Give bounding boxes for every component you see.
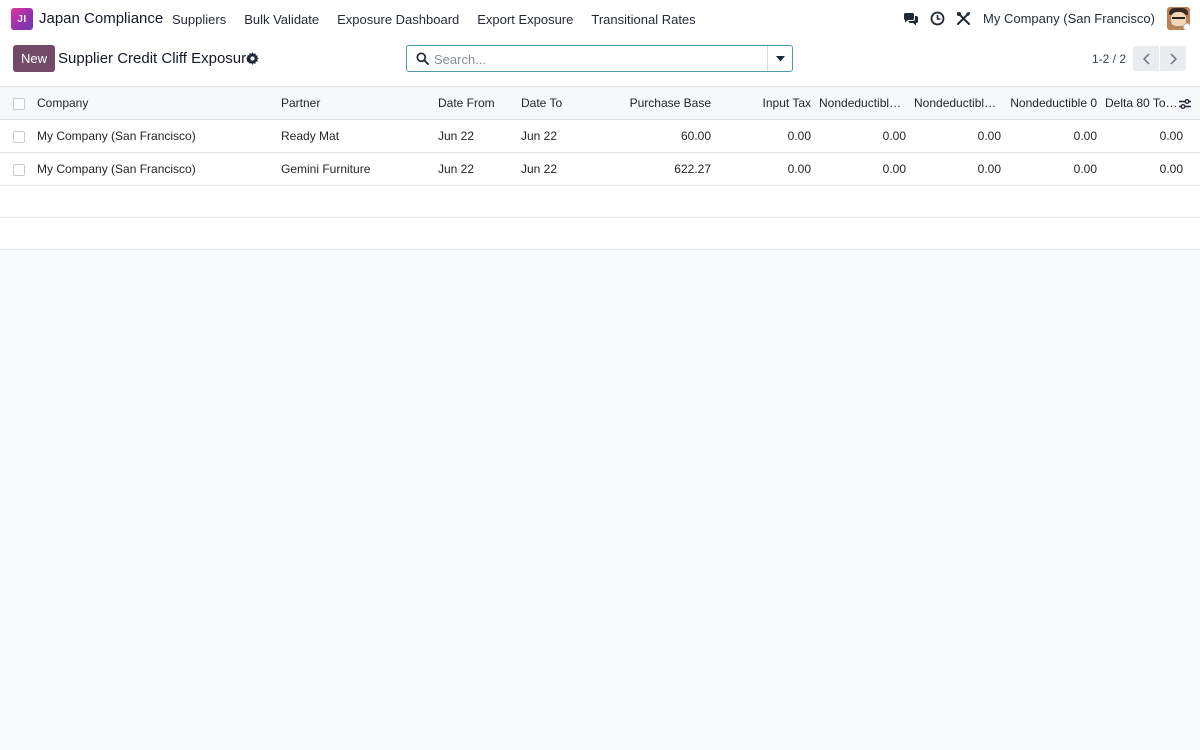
- pager-previous-button[interactable]: [1133, 46, 1159, 71]
- search-input[interactable]: [434, 50, 764, 68]
- list-view-table: Company Partner Date From Date To Purcha…: [0, 86, 1200, 250]
- chevron-left-icon: [1142, 52, 1150, 65]
- cell-date-to[interactable]: Jun 22: [517, 120, 573, 153]
- systray: My Company (San Francisco): [893, 7, 1190, 30]
- cell-input-tax[interactable]: 0.00: [715, 120, 815, 153]
- row-checkbox[interactable]: [13, 163, 25, 176]
- cell-delta-80-to-50[interactable]: 0.00: [1101, 153, 1196, 186]
- cell-nondeductible[interactable]: 0.00: [910, 153, 1005, 186]
- search-options-toggle[interactable]: [767, 46, 792, 71]
- cell-nondeductible-0[interactable]: 0.00: [1005, 153, 1101, 186]
- cell-nondeductible[interactable]: 0.00: [815, 120, 910, 153]
- column-header[interactable]: Nondeductible…: [815, 87, 910, 120]
- optional-columns-icon[interactable]: [1178, 98, 1192, 110]
- caret-down-icon: [775, 55, 785, 61]
- menu-item-exposure-dashboard[interactable]: Exposure Dashboard: [337, 12, 459, 27]
- control-panel: New Supplier Credit Cliff Exposure 1-2 /…: [0, 38, 1200, 86]
- column-header[interactable]: Nondeductible 0: [1005, 87, 1101, 120]
- column-header[interactable]: Partner: [277, 87, 434, 120]
- pager-value[interactable]: 1-2 / 2: [1092, 52, 1126, 66]
- top-navbar: JI Japan Compliance Suppliers Bulk Valid…: [0, 0, 1200, 38]
- cell-nondeductible-0[interactable]: 0.00: [1005, 120, 1101, 153]
- table-row[interactable]: My Company (San Francisco) Gemini Furnit…: [0, 152, 1200, 186]
- cell-purchase-base[interactable]: 622.27: [573, 153, 715, 186]
- column-header[interactable]: Purchase Base: [573, 87, 715, 120]
- empty-row: [0, 217, 1200, 250]
- column-header[interactable]: Input Tax: [715, 87, 815, 120]
- presence-status-icon: [1183, 23, 1190, 30]
- page-title: Supplier Credit Cliff Exposure: [58, 50, 255, 67]
- pager-next-button[interactable]: [1160, 46, 1186, 71]
- search-bar: [406, 45, 793, 72]
- select-all-checkbox[interactable]: [13, 97, 25, 110]
- user-avatar[interactable]: [1167, 7, 1190, 30]
- company-switcher[interactable]: My Company (San Francisco): [983, 11, 1155, 26]
- new-button[interactable]: New: [13, 45, 55, 72]
- row-checkbox[interactable]: [13, 130, 25, 143]
- search-icon: [416, 52, 429, 65]
- cell-delta-80-to-50[interactable]: 0.00: [1101, 120, 1196, 153]
- discuss-icon[interactable]: [903, 11, 919, 27]
- cell-nondeductible[interactable]: 0.00: [815, 153, 910, 186]
- table-header-row: Company Partner Date From Date To Purcha…: [0, 86, 1200, 120]
- menu-item-suppliers[interactable]: Suppliers: [172, 12, 226, 27]
- column-header[interactable]: Date From: [434, 87, 517, 120]
- main-menu: Suppliers Bulk Validate Exposure Dashboa…: [172, 12, 714, 27]
- column-header[interactable]: Company: [33, 87, 277, 120]
- cell-input-tax[interactable]: 0.00: [715, 153, 815, 186]
- cell-partner[interactable]: Gemini Furniture: [277, 153, 434, 186]
- column-header[interactable]: Nondeductible…: [910, 87, 1005, 120]
- column-header[interactable]: Date To: [517, 87, 573, 120]
- menu-item-transitional-rates[interactable]: Transitional Rates: [591, 12, 695, 27]
- table-row[interactable]: My Company (San Francisco) Ready Mat Jun…: [0, 119, 1200, 153]
- debug-tools-icon[interactable]: [955, 11, 971, 27]
- cell-purchase-base[interactable]: 60.00: [573, 120, 715, 153]
- app-title[interactable]: Japan Compliance: [39, 10, 163, 27]
- cell-partner[interactable]: Ready Mat: [277, 120, 434, 153]
- menu-item-export-exposure[interactable]: Export Exposure: [477, 12, 573, 27]
- cell-company[interactable]: My Company (San Francisco): [33, 120, 277, 153]
- empty-row: [0, 185, 1200, 218]
- menu-item-bulk-validate[interactable]: Bulk Validate: [244, 12, 319, 27]
- cell-date-to[interactable]: Jun 22: [517, 153, 573, 186]
- gear-icon[interactable]: [246, 52, 259, 65]
- cell-company[interactable]: My Company (San Francisco): [33, 153, 277, 186]
- cell-date-from[interactable]: Jun 22: [434, 120, 517, 153]
- cell-nondeductible[interactable]: 0.00: [910, 120, 1005, 153]
- app-logo[interactable]: JI: [11, 8, 33, 30]
- activity-clock-icon[interactable]: [929, 11, 945, 27]
- cell-date-from[interactable]: Jun 22: [434, 153, 517, 186]
- chevron-right-icon: [1169, 52, 1177, 65]
